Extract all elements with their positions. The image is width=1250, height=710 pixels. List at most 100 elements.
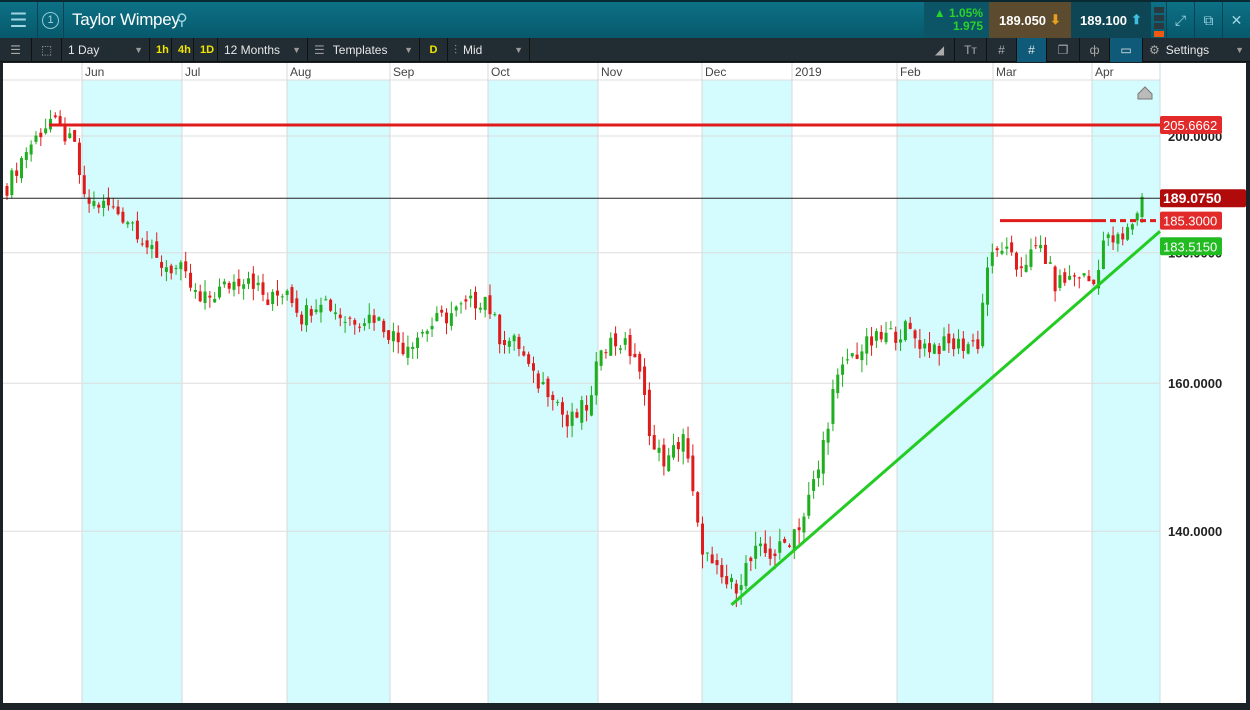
candle-body xyxy=(111,206,115,208)
candle-body xyxy=(517,336,521,349)
candle-body xyxy=(256,282,260,286)
close-icon[interactable]: ✕ xyxy=(1222,2,1250,38)
chart-canvas[interactable]: Jun Jul Aug Sep Oct Nov Dec 2019 Feb Mar Apr200.00… xyxy=(3,63,1246,703)
interval-select[interactable]: 1 Day ▼ xyxy=(62,38,150,62)
candle-body xyxy=(39,132,43,138)
candle-body xyxy=(449,313,453,326)
candle-body xyxy=(1077,277,1081,279)
candle-body xyxy=(763,543,767,554)
candle-body xyxy=(184,261,188,272)
text-size-icon[interactable]: Tт xyxy=(955,38,987,62)
candle-body xyxy=(135,220,139,240)
buy-button[interactable]: 189.100 ⬆ xyxy=(1071,2,1151,38)
candle-body xyxy=(618,348,622,350)
price-chart[interactable]: Jun Jul Aug Sep Oct Nov Dec 2019 Feb Mar Apr 200.00… xyxy=(3,63,1246,703)
chevron-down-icon: ▼ xyxy=(292,45,301,55)
candle-body xyxy=(290,287,294,303)
candle-body xyxy=(889,328,893,330)
grid-edit-icon[interactable]: # xyxy=(1017,38,1047,62)
candle-body xyxy=(304,305,308,326)
settings-button[interactable]: ⚙ Settings ▼ xyxy=(1143,38,1250,62)
candle-body xyxy=(787,545,791,547)
candle-body xyxy=(189,272,193,288)
candle-body xyxy=(884,332,888,343)
candle-body xyxy=(1072,275,1076,277)
tag-icon[interactable]: ▭ xyxy=(1110,38,1143,62)
candle-body xyxy=(739,585,743,591)
candle-body xyxy=(1010,242,1014,253)
candle-body xyxy=(580,400,584,423)
candle-body xyxy=(5,186,9,196)
candle-body xyxy=(599,350,603,366)
range-select[interactable]: 12 Months ▼ xyxy=(218,38,308,62)
price-type-select[interactable]: ⫶ Mid ▼ xyxy=(448,38,530,62)
quick-1d[interactable]: 1D xyxy=(194,38,218,62)
range-label: 12 Months xyxy=(224,43,281,57)
candle-body xyxy=(758,543,762,547)
list-icon[interactable]: ☰ xyxy=(0,38,32,62)
popout-icon[interactable]: ⧉ xyxy=(1194,2,1222,38)
instrument-title[interactable]: Taylor Wimpey xyxy=(72,2,180,38)
candle-body xyxy=(556,401,560,403)
link-group-icon[interactable]: 1 xyxy=(38,2,64,38)
candle-body xyxy=(536,373,540,389)
candle-body xyxy=(715,560,719,566)
candle-body xyxy=(242,284,246,289)
candle-body xyxy=(53,115,57,118)
candle-body xyxy=(82,175,86,195)
candle-body xyxy=(1087,275,1091,282)
draw-tool-icon[interactable]: ◢ xyxy=(925,38,955,62)
quick-4h[interactable]: 4h xyxy=(172,38,194,62)
candle-body xyxy=(280,296,284,298)
month-band xyxy=(702,80,792,703)
candle-body xyxy=(773,553,777,557)
d-button[interactable]: D xyxy=(420,38,448,62)
expand-icon[interactable]: ⤢ xyxy=(1166,2,1194,38)
candle-body xyxy=(488,295,492,315)
candle-body xyxy=(1082,273,1086,276)
month-label: Mar xyxy=(996,65,1017,79)
candle-body xyxy=(218,286,222,298)
menu-icon[interactable]: ☰ xyxy=(0,2,38,38)
layout-icon[interactable]: ⬚ xyxy=(32,38,62,62)
grid-icon[interactable]: # xyxy=(987,38,1017,62)
candle-body xyxy=(285,290,289,295)
candle-body xyxy=(459,303,463,305)
candle-body xyxy=(730,577,733,583)
candle-body xyxy=(353,320,357,325)
candle-body xyxy=(826,428,830,443)
candle-body xyxy=(961,338,965,351)
candle-body xyxy=(126,222,130,225)
candle-body xyxy=(527,354,531,364)
candle-body xyxy=(116,206,120,215)
candle-body xyxy=(498,314,502,345)
candle-body xyxy=(300,314,304,325)
candle-body xyxy=(1121,233,1125,240)
layers-icon[interactable]: ❐ xyxy=(1047,38,1080,62)
search-icon[interactable]: ⚲ xyxy=(176,2,188,38)
candle-body xyxy=(319,304,323,313)
candle-body xyxy=(469,295,473,299)
candle-body xyxy=(667,455,671,472)
candle-body xyxy=(643,366,647,395)
candle-body xyxy=(160,261,164,268)
candle-body xyxy=(213,298,217,303)
crosshair-icon[interactable]: ф xyxy=(1080,38,1110,62)
candle-body xyxy=(908,322,912,329)
candle-body xyxy=(314,309,318,313)
price-tick: 160.0000 xyxy=(1168,376,1222,391)
short-resistance-label: 185.3000 xyxy=(1163,214,1217,229)
candle-body xyxy=(604,352,608,354)
sell-button[interactable]: 189.050 ⬇ xyxy=(989,2,1071,38)
candle-body xyxy=(232,281,236,290)
quick-1h[interactable]: 1h xyxy=(150,38,172,62)
candle-body xyxy=(1135,213,1139,221)
candle-body xyxy=(1092,279,1096,285)
candle-body xyxy=(1029,249,1033,267)
candle-body xyxy=(845,359,849,361)
candle-body xyxy=(329,299,333,311)
candle-body xyxy=(396,332,400,343)
templates-select[interactable]: ☰ Templates ▼ xyxy=(308,38,420,62)
candle-body xyxy=(623,338,627,345)
candle-body xyxy=(710,554,714,564)
